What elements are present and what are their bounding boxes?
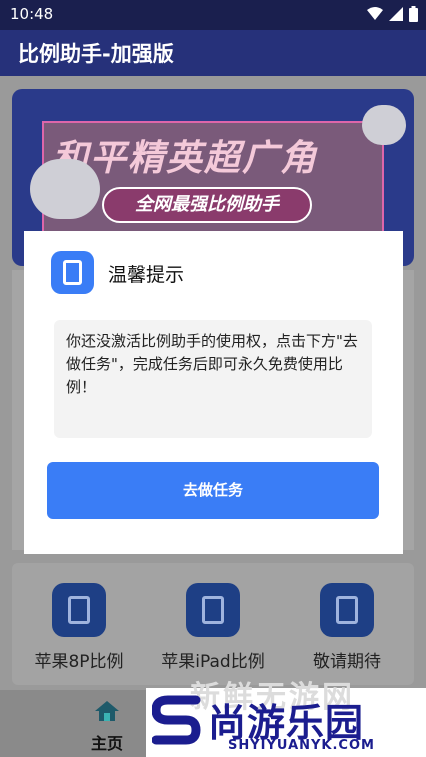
cloud-mascot-icon: [30, 159, 100, 219]
nav-home-label: 主页: [90, 734, 123, 753]
tool-coming-soon[interactable]: 敬请期待: [292, 583, 402, 672]
cloud-mascot-small-icon: [362, 105, 406, 145]
do-task-button[interactable]: 去做任务: [47, 462, 379, 519]
tool-label: 苹果8P比例: [34, 652, 124, 672]
message-box: 你还没激活比例助手的使用权，点击下方"去做任务"，完成任务后即可永久免费使用比例…: [54, 320, 372, 438]
app-title: 比例助手-加强版: [18, 42, 174, 66]
hidden-card-edge-right: [402, 270, 414, 550]
document-edit-icon: [52, 583, 106, 637]
hidden-card-edge-left: [12, 270, 24, 550]
signal-icon: [389, 7, 403, 21]
wifi-icon: [367, 7, 383, 20]
dialog-title: 温馨提示: [108, 264, 185, 286]
s-logo-icon: [152, 695, 201, 745]
tools-card: 苹果8P比例 苹果iPad比例 敬请期待: [12, 563, 414, 685]
document-edit-icon: [320, 583, 374, 637]
watermark-logo: 新鲜无游网 尚游乐园 SHYIYUANYK.COM: [146, 680, 426, 757]
document-edit-icon: [51, 251, 94, 294]
alert-dialog: 温馨提示 你还没激活比例助手的使用权，点击下方"去做任务"，完成任务后即可永久免…: [24, 231, 403, 554]
tool-iphone8p[interactable]: 苹果8P比例: [24, 583, 134, 672]
home-icon: [95, 701, 119, 721]
tool-label: 敬请期待: [313, 652, 381, 672]
tool-ipad[interactable]: 苹果iPad比例: [158, 583, 268, 672]
banner-subtitle: 全网最强比例助手: [102, 187, 312, 223]
battery-icon: [409, 6, 418, 22]
tool-label: 苹果iPad比例: [161, 652, 265, 672]
status-time: 10:48: [10, 5, 54, 23]
status-bar: 10:48: [0, 0, 426, 30]
status-icons: [367, 6, 418, 22]
app-bar: 比例助手-加强版: [0, 30, 426, 76]
document-edit-icon: [186, 583, 240, 637]
watermark-url: SHYIYUANYK.COM: [228, 738, 375, 753]
dialog-message: 你还没激活比例助手的使用权，点击下方"去做任务"，完成任务后即可永久免费使用比例…: [66, 332, 358, 396]
nav-home[interactable]: 主页: [85, 700, 129, 754]
